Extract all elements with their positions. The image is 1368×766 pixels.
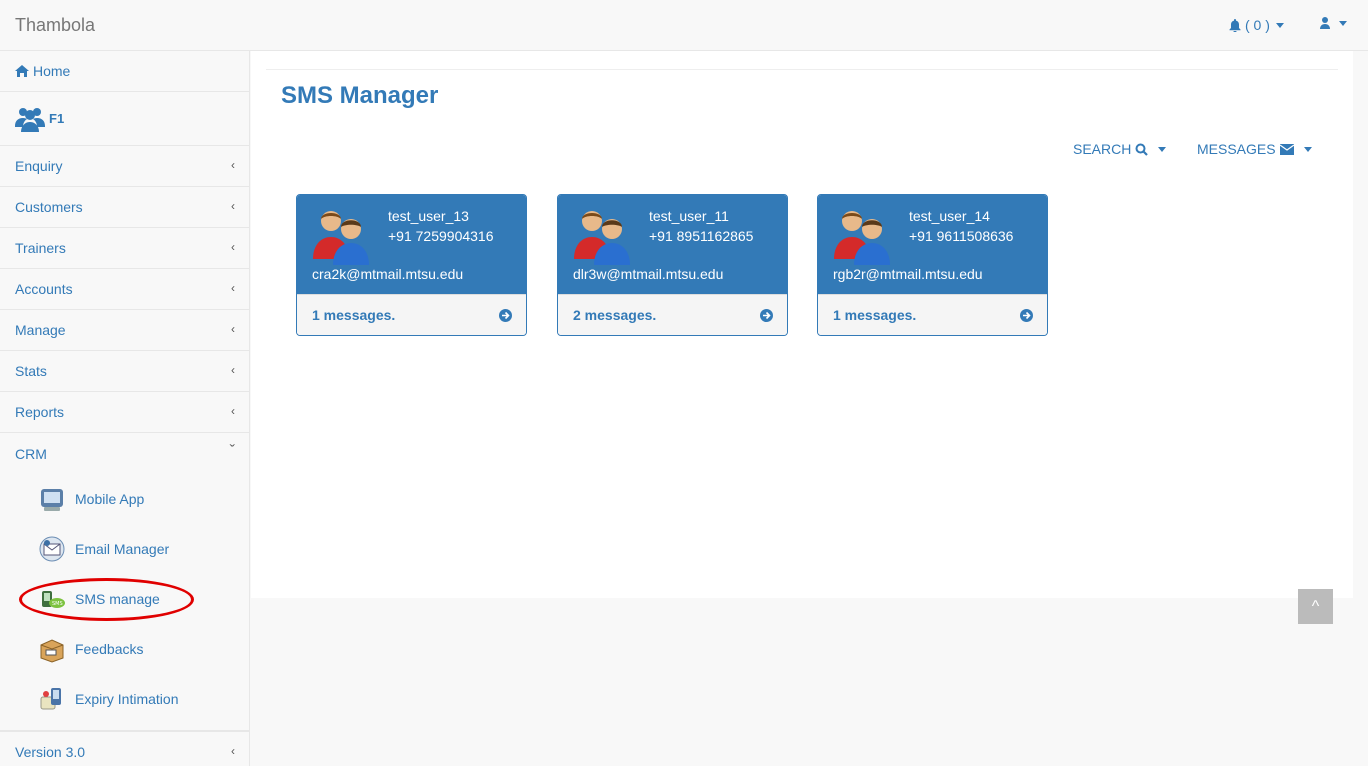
contact-card-header: test_user_13 +91 7259904316 cra2k@mtmail… [297, 195, 526, 294]
crm-submenu: Mobile App Email Manager SMS SMS manage … [0, 474, 249, 731]
chevron-left-icon: ‹ [231, 199, 235, 213]
sidebar-subitem-label: Mobile App [75, 491, 145, 507]
contact-name: test_user_13 [388, 208, 469, 224]
chevron-down-icon: ˇ [229, 443, 235, 460]
contact-card[interactable]: test_user_11 +91 8951162865 dlr3w@mtmail… [557, 194, 788, 336]
contact-card-header: test_user_11 +91 8951162865 dlr3w@mtmail… [558, 195, 787, 294]
sidebar-subitem-expiry-intimation[interactable]: Expiry Intimation [0, 674, 249, 724]
contact-name: test_user_11 [649, 208, 729, 224]
contact-email: dlr3w@mtmail.mtsu.edu [573, 266, 724, 282]
svg-text:SMS: SMS [52, 601, 63, 607]
mobile-app-icon [41, 489, 63, 511]
sidebar-item-trainers[interactable]: Trainers ‹ [0, 228, 249, 269]
chevron-left-icon: ‹ [231, 744, 235, 758]
caret-down-icon [1158, 146, 1167, 152]
sidebar-org[interactable]: F1 [0, 92, 249, 146]
sidebar-item-label: Trainers [15, 240, 66, 256]
chevron-left-icon: ‹ [231, 322, 235, 336]
contact-phone: +91 9611508636 [909, 228, 1014, 244]
sidebar-item-label: Version 3.0 [15, 743, 86, 760]
sidebar-item-label: Reports [15, 404, 65, 420]
sidebar-item-home[interactable]: Home [0, 51, 249, 92]
notifications-count: ( 0 ) [1245, 17, 1270, 33]
org-label: F1 [49, 111, 65, 126]
users-avatar-icon [834, 211, 890, 265]
view-messages-link[interactable]: 2 messages. [558, 294, 787, 335]
arrow-circle-right-icon [499, 308, 512, 322]
contact-email: rgb2r@mtmail.mtsu.edu [833, 266, 983, 282]
user-menu-button[interactable] [1320, 17, 1347, 29]
contact-card-header: test_user_14 +91 9611508636 rgb2r@mtmail… [818, 195, 1047, 294]
sidebar-item-reports[interactable]: Reports ‹ [0, 392, 249, 433]
sidebar-subitem-email-manager[interactable]: Email Manager [0, 524, 249, 574]
divider [266, 69, 1338, 70]
chevron-left-icon: ‹ [231, 158, 235, 172]
scroll-to-top-button[interactable]: ^ [1298, 589, 1333, 624]
users-icon [15, 107, 45, 132]
sidebar: Home F1 Enquiry ‹ Customers ‹ Trainers ‹… [0, 51, 250, 766]
sidebar-item-enquiry[interactable]: Enquiry ‹ [0, 146, 249, 187]
home-icon [15, 65, 29, 77]
search-dropdown-button[interactable]: SEARCH [1073, 141, 1167, 157]
caret-down-icon [1339, 20, 1347, 26]
sidebar-item-label: Home [33, 63, 71, 79]
messages-dropdown-button[interactable]: MESSAGES [1197, 141, 1312, 157]
sidebar-item-customers[interactable]: Customers ‹ [0, 187, 249, 228]
expiry-intimation-icon [40, 688, 61, 710]
sidebar-subitem-label: Expiry Intimation [75, 691, 179, 707]
contact-phone: +91 8951162865 [649, 228, 754, 244]
arrow-circle-right-icon [1020, 308, 1033, 322]
sidebar-subitem-mobile-app[interactable]: Mobile App [0, 474, 249, 524]
message-count: 1 messages. [833, 307, 917, 323]
sidebar-item-accounts[interactable]: Accounts ‹ [0, 269, 249, 310]
sidebar-item-crm[interactable]: CRM ˇ [0, 433, 249, 474]
envelope-icon [1279, 143, 1294, 155]
page-title: SMS Manager [281, 82, 439, 109]
sidebar-subitem-label: Email Manager [75, 541, 170, 557]
email-manager-icon [39, 536, 65, 562]
feedback-box-icon [40, 639, 64, 663]
message-count: 1 messages. [312, 307, 396, 323]
sidebar-item-label: Accounts [15, 281, 73, 297]
contact-phone: +91 7259904316 [388, 228, 494, 244]
contact-card[interactable]: test_user_14 +91 9611508636 rgb2r@mtmail… [817, 194, 1048, 336]
chevron-left-icon: ‹ [231, 404, 235, 418]
user-cog-icon [1320, 17, 1330, 29]
sidebar-item-label: Manage [15, 322, 66, 338]
search-icon [1135, 143, 1149, 156]
sidebar-item-label: Stats [15, 363, 47, 379]
users-avatar-icon [574, 211, 630, 265]
app-title[interactable]: Thambola [15, 15, 95, 36]
chevron-left-icon: ‹ [231, 281, 235, 295]
view-messages-link[interactable]: 1 messages. [818, 294, 1047, 335]
notifications-button[interactable]: ( 0 ) [1229, 17, 1284, 33]
chevron-left-icon: ‹ [231, 240, 235, 254]
contact-card[interactable]: test_user_13 +91 7259904316 cra2k@mtmail… [296, 194, 527, 336]
chevron-left-icon: ‹ [231, 363, 235, 377]
sidebar-item-stats[interactable]: Stats ‹ [0, 351, 249, 392]
sidebar-subitem-label: Feedbacks [75, 641, 144, 657]
users-avatar-icon [313, 211, 369, 265]
contact-name: test_user_14 [909, 208, 990, 224]
messages-label: MESSAGES [1197, 141, 1276, 157]
sidebar-subitem-label: SMS manage [75, 591, 160, 607]
caret-down-icon [1275, 22, 1284, 28]
message-count: 2 messages. [573, 307, 657, 323]
sidebar-subitem-sms-manage[interactable]: SMS SMS manage [0, 574, 249, 624]
sidebar-item-version[interactable]: Version 3.0 ‹ [0, 731, 249, 766]
main-content: SMS Manager SEARCH MESSAGES test_user_13… [251, 51, 1353, 598]
view-messages-link[interactable]: 1 messages. [297, 294, 526, 335]
sidebar-subitem-feedbacks[interactable]: Feedbacks [0, 624, 249, 674]
sms-icon: SMS [42, 591, 65, 608]
top-navbar: Thambola ( 0 ) [0, 0, 1368, 51]
sidebar-item-label: CRM [15, 445, 47, 462]
arrow-circle-right-icon [760, 308, 773, 322]
sidebar-item-label: Customers [15, 199, 83, 215]
sidebar-item-manage[interactable]: Manage ‹ [0, 310, 249, 351]
search-label: SEARCH [1073, 141, 1132, 157]
bell-icon [1229, 18, 1241, 32]
caret-down-icon [1303, 146, 1312, 152]
contact-email: cra2k@mtmail.mtsu.edu [312, 266, 464, 282]
sidebar-item-label: Enquiry [15, 158, 63, 174]
